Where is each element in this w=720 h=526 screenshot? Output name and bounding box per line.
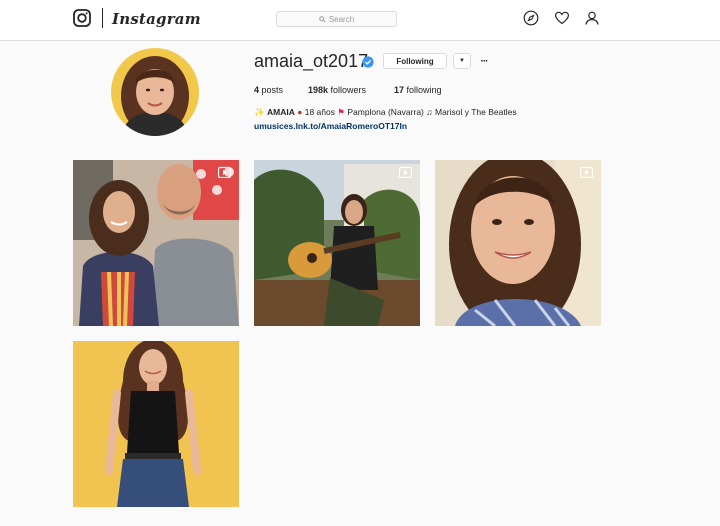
post-image xyxy=(73,341,239,507)
instagram-glyph-icon[interactable] xyxy=(73,9,91,27)
more-options-button[interactable]: ··· xyxy=(477,53,491,69)
posts-count: 4 xyxy=(254,85,260,95)
logo-divider xyxy=(102,8,103,28)
following-stat[interactable]: 17 following xyxy=(394,83,442,97)
pin-emoji-icon: ⚑ xyxy=(337,107,345,117)
post-tile[interactable] xyxy=(435,160,601,326)
video-indicator-icon xyxy=(580,166,593,178)
suggestions-dropdown-button[interactable]: ▼ xyxy=(453,53,471,69)
bio-name: AMAIA xyxy=(266,107,295,117)
video-indicator-icon xyxy=(399,166,412,178)
profile-bio: ✨ AMAIA ● 18 años ⚑ Pamplona (Navarra) ♫… xyxy=(254,106,517,118)
search-input[interactable]: Search xyxy=(276,11,397,27)
video-indicator-icon xyxy=(218,166,231,178)
following-count: 17 xyxy=(394,85,405,95)
posts-label: posts xyxy=(261,85,284,95)
music-emoji-icon: ♫ xyxy=(426,107,433,117)
post-image xyxy=(73,160,239,326)
posts-stat: 4 posts xyxy=(254,83,283,97)
compass-icon[interactable] xyxy=(523,10,539,26)
instagram-wordmark[interactable]: Instagram xyxy=(112,8,201,30)
profile-username: amaia_ot2017 xyxy=(254,51,369,71)
post-tile[interactable] xyxy=(254,160,420,326)
top-nav-bar: Instagram Search xyxy=(0,0,720,41)
following-stat-label: following xyxy=(406,85,442,95)
bio-location: Pamplona (Navarra) xyxy=(347,107,424,117)
verified-badge-icon xyxy=(362,55,374,68)
followers-count: 198k xyxy=(308,85,329,95)
followers-stat[interactable]: 198k followers xyxy=(308,83,366,97)
post-tile[interactable] xyxy=(73,341,239,507)
star-emoji-icon: ✨ xyxy=(254,107,265,117)
search-placeholder: Search xyxy=(328,14,355,24)
followers-label: followers xyxy=(330,85,367,95)
heart-icon[interactable] xyxy=(554,10,570,26)
post-image xyxy=(254,160,420,326)
following-button[interactable]: Following xyxy=(383,53,447,69)
post-tile[interactable] xyxy=(73,160,239,326)
post-image xyxy=(435,160,601,326)
search-icon xyxy=(319,15,326,23)
user-icon[interactable] xyxy=(584,10,600,26)
bio-link[interactable]: umusices.lnk.to/AmaiaRomeroOT17In xyxy=(254,120,407,132)
face-emoji-icon: ● xyxy=(297,107,303,117)
profile-avatar[interactable] xyxy=(111,48,199,136)
bio-age: 18 años xyxy=(304,107,335,117)
bio-music: Marisol y The Beatles xyxy=(435,107,517,117)
